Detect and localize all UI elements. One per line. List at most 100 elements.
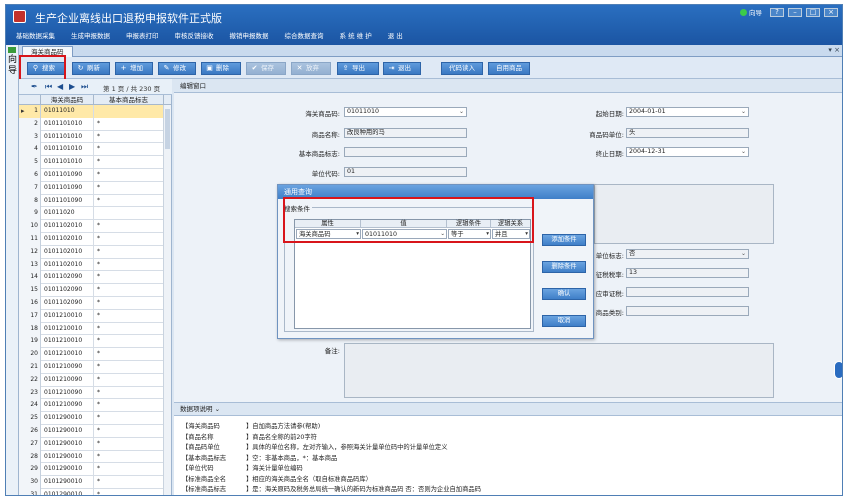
menu-generate-declaration[interactable]: 生成申报数据 <box>71 30 118 40</box>
table-row[interactable]: 5 0101101010 * <box>19 156 164 169</box>
basic-flag-cell[interactable]: * <box>94 399 164 412</box>
grid-header-basic-flag[interactable]: 基本商品标志 <box>94 95 164 105</box>
basic-flag-cell[interactable]: * <box>94 310 164 323</box>
grid-scrollbar-thumb[interactable] <box>165 109 170 149</box>
table-row[interactable]: 12 0101102010 * <box>19 245 164 259</box>
basic-flag-cell[interactable]: * <box>94 374 164 387</box>
hs-code-cell[interactable]: 0101102010 <box>41 233 94 246</box>
table-row[interactable]: 22 0101210090 * <box>19 373 164 387</box>
wizard-toggle[interactable]: 向导 <box>740 7 762 17</box>
delete-button[interactable]: ▣ 删除 <box>201 62 241 75</box>
menu-print-report[interactable]: 申报表打印 <box>126 30 167 40</box>
export-button[interactable]: ⇪ 导出 <box>337 62 379 75</box>
pin-icon[interactable]: ✒ <box>31 82 38 91</box>
table-row[interactable]: 19 0101210010 * <box>19 335 164 349</box>
start-date-field[interactable]: 2004-01-01 ⌄ <box>626 107 749 117</box>
remove-condition-button[interactable]: 删除条件 <box>542 261 586 273</box>
maximize-icon[interactable]: □ <box>806 7 820 17</box>
basic-flag-cell[interactable]: * <box>94 131 164 144</box>
menu-receive-feedback[interactable]: 审核反馈接收 <box>175 30 222 40</box>
hs-code-cell[interactable]: 0101210090 <box>41 386 94 400</box>
table-row[interactable]: 9 01011020 <box>19 207 164 221</box>
hs-code-cell[interactable]: 0101101010 <box>41 143 94 157</box>
basic-flag-cell[interactable]: * <box>94 297 164 310</box>
minimize-icon[interactable]: – <box>788 7 802 17</box>
wizard-strip[interactable]: 向导 <box>6 45 19 495</box>
hs-code-cell[interactable]: 0101210010 <box>41 322 94 336</box>
hs-code-cell[interactable]: 0101102010 <box>41 258 94 272</box>
table-row[interactable]: 29 0101290010 * <box>19 463 164 477</box>
basic-flag-cell[interactable]: * <box>94 220 164 233</box>
add-condition-button[interactable]: 添加条件 <box>542 234 586 246</box>
chevron-down-icon[interactable]: ⌄ <box>741 108 746 116</box>
hs-code-cell[interactable]: 0101210010 <box>41 348 94 361</box>
basic-flag-cell[interactable]: * <box>94 335 164 348</box>
basic-flag-cell[interactable]: * <box>94 143 164 156</box>
hs-code-cell[interactable]: 0101101090 <box>41 169 94 182</box>
menu-exit[interactable]: 退 出 <box>388 30 411 40</box>
basic-flag-cell[interactable]: * <box>94 438 164 451</box>
grid-header-hs-code[interactable]: 海关商品码 <box>41 95 94 105</box>
basic-flag-cell[interactable]: * <box>94 476 164 489</box>
table-row[interactable]: 4 0101101010 * <box>19 143 164 157</box>
table-row[interactable]: 24 0101210090 * <box>19 399 164 413</box>
table-row[interactable]: 16 0101102090 * <box>19 297 164 310</box>
product-name-field[interactable]: 改良种用的马 <box>344 128 467 138</box>
hs-code-cell[interactable]: 0101102010 <box>41 220 94 233</box>
hs-code-cell[interactable]: 0101290010 <box>41 489 94 495</box>
table-row[interactable]: 2 0101101010 * <box>19 117 164 131</box>
table-row[interactable]: 1 01011010 <box>19 105 164 118</box>
table-row[interactable]: 31 0101290010 * <box>19 489 164 495</box>
chevron-down-icon[interactable]: ⌄ <box>741 148 746 156</box>
basic-flag-cell[interactable]: * <box>94 348 164 361</box>
basic-flag-field[interactable] <box>344 147 467 157</box>
hs-code-cell[interactable]: 0101102090 <box>41 271 94 285</box>
table-row[interactable]: 6 0101101090 * <box>19 169 164 182</box>
edit-button[interactable]: ✎ 修改 <box>158 62 196 75</box>
basic-flag-cell[interactable]: * <box>94 259 164 272</box>
basic-flag-cell[interactable]: * <box>94 323 164 336</box>
hs-code-cell[interactable]: 0101290010 <box>41 476 94 489</box>
remark-area[interactable] <box>344 343 774 398</box>
table-row[interactable]: 21 0101210090 * <box>19 361 164 374</box>
hs-code-cell[interactable]: 0101101010 <box>41 156 94 169</box>
hs-code-cell[interactable]: 0101290010 <box>41 412 94 425</box>
hs-code-cell[interactable]: 0101102090 <box>41 284 94 297</box>
next-page-icon[interactable]: ▶ <box>69 82 75 91</box>
hs-code-cell[interactable]: 0101290010 <box>41 425 94 438</box>
table-row[interactable]: 17 0101210010 * <box>19 309 164 323</box>
table-row[interactable]: 10 0101102010 * <box>19 220 164 233</box>
description-area[interactable] <box>594 184 774 244</box>
basic-flag-cell[interactable] <box>94 105 164 118</box>
basic-flag-cell[interactable]: * <box>94 169 164 182</box>
table-row[interactable]: 27 0101290010 * <box>19 437 164 451</box>
table-row[interactable]: 11 0101102010 * <box>19 233 164 246</box>
confirm-button[interactable]: 确认 <box>542 288 586 300</box>
hs-code-cell[interactable]: 0101101090 <box>41 181 94 195</box>
hs-code-cell[interactable]: 0101290010 <box>41 450 94 464</box>
table-row[interactable]: 15 0101102090 * <box>19 284 164 297</box>
help-icon[interactable]: ? <box>770 7 784 17</box>
table-row[interactable]: 14 0101102090 * <box>19 271 164 285</box>
hs-code-cell[interactable]: 0101101010 <box>41 130 94 144</box>
basic-flag-cell[interactable]: * <box>94 182 164 195</box>
levy-rate-field[interactable]: 13 <box>626 268 749 278</box>
refresh-button[interactable]: ↻ 刷新 <box>72 62 110 75</box>
menu-basic-data[interactable]: 基础数据采集 <box>16 30 63 40</box>
hs-code-cell[interactable]: 0101290010 <box>41 463 94 477</box>
dialog-cancel-button[interactable]: 取消 <box>542 315 586 327</box>
table-row[interactable]: 7 0101101090 * <box>19 181 164 195</box>
hs-code-cell[interactable]: 0101101090 <box>41 194 94 208</box>
chevron-down-icon[interactable]: ⌄ <box>459 108 464 116</box>
exit-button[interactable]: ⇥ 退出 <box>383 62 421 75</box>
last-page-icon[interactable]: ⏭ <box>81 82 88 92</box>
grid-scrollbar[interactable] <box>163 105 171 495</box>
hs-code-cell[interactable]: 0101290010 <box>41 437 94 451</box>
basic-flag-cell[interactable] <box>94 207 164 220</box>
product-unit-field[interactable]: 头 <box>626 128 749 138</box>
basic-flag-cell[interactable]: * <box>94 451 164 464</box>
add-button[interactable]: + 增加 <box>115 62 153 75</box>
collapse-icon[interactable]: ⌄ <box>215 405 220 413</box>
basic-flag-cell[interactable]: * <box>94 387 164 400</box>
hs-code-cell[interactable]: 0101210090 <box>41 361 94 374</box>
